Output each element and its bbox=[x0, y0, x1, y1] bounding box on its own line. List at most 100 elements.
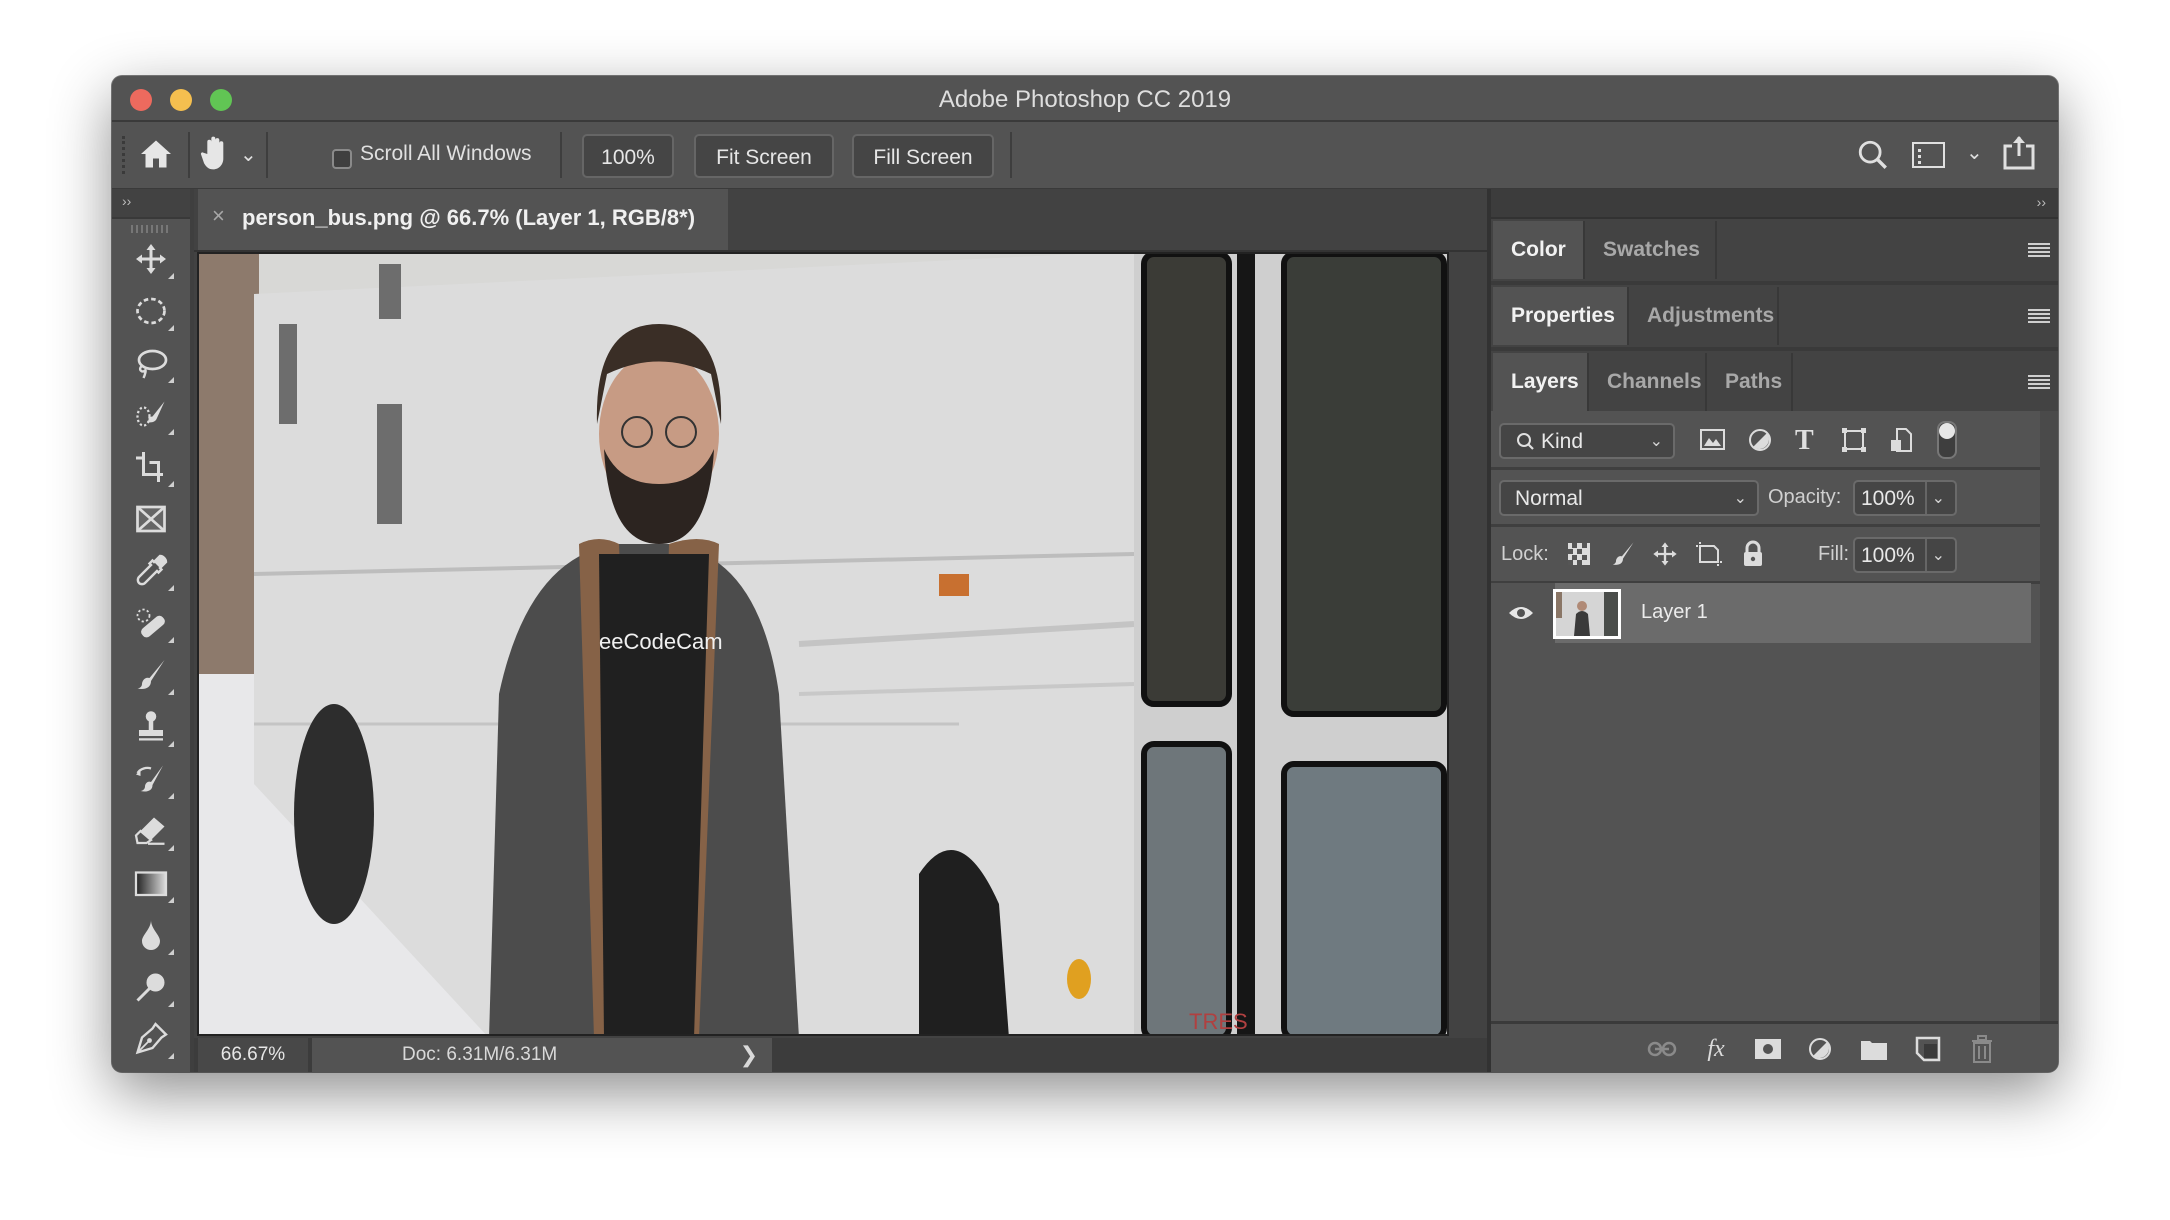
layers-bottom-bar: fx bbox=[1491, 1021, 2058, 1072]
delete-icon[interactable] bbox=[1967, 1034, 1997, 1064]
tab-properties[interactable]: Properties bbox=[1493, 287, 1629, 345]
eraser-icon bbox=[133, 813, 169, 854]
properties-panel-group: Properties Adjustments bbox=[1491, 285, 2058, 351]
crop-tool[interactable] bbox=[126, 447, 176, 491]
tab-channels[interactable]: Channels bbox=[1589, 353, 1707, 411]
search-icon bbox=[1515, 425, 1535, 470]
share-icon[interactable] bbox=[2002, 134, 2036, 175]
canvas-area[interactable]: TRES eeCodeCam bbox=[194, 252, 1594, 1038]
lock-artboard-icon[interactable] bbox=[1695, 541, 1723, 572]
workspace-icon[interactable] bbox=[1912, 140, 1946, 175]
layer-name[interactable]: Layer 1 bbox=[1641, 601, 1708, 624]
filter-type-icon[interactable]: T bbox=[1795, 425, 1814, 457]
scroll-all-windows-checkbox[interactable] bbox=[332, 149, 352, 169]
canvas-image[interactable]: TRES eeCodeCam bbox=[197, 252, 1449, 1036]
new-layer-icon[interactable] bbox=[1913, 1034, 1943, 1064]
close-document-icon[interactable]: × bbox=[212, 203, 225, 229]
filter-pixel-icon[interactable] bbox=[1699, 427, 1727, 458]
fill-value: 100% bbox=[1861, 544, 1915, 567]
dodge-icon bbox=[133, 969, 169, 1010]
lock-image-pixels-icon[interactable] bbox=[1609, 540, 1637, 573]
hand-icon[interactable] bbox=[196, 134, 234, 179]
spot-healing-tool[interactable] bbox=[126, 603, 176, 647]
eraser-tool[interactable] bbox=[126, 811, 176, 855]
zoom-level-field[interactable]: 66.67% bbox=[198, 1038, 308, 1072]
history-brush-icon bbox=[133, 761, 169, 802]
new-group-icon[interactable] bbox=[1859, 1034, 1889, 1064]
history-brush-tool[interactable] bbox=[126, 759, 176, 803]
search-icon[interactable] bbox=[1856, 138, 1890, 177]
shirt-text: eeCodeCam bbox=[599, 629, 723, 654]
clone-stamp-tool[interactable] bbox=[126, 707, 176, 751]
gradient-icon bbox=[133, 865, 169, 906]
brush-tool[interactable] bbox=[126, 655, 176, 699]
blend-mode-select[interactable]: Normal ⌄ bbox=[1499, 480, 1759, 516]
document-area: × person_bus.png @ 66.7% (Layer 1, RGB/8… bbox=[194, 189, 1594, 1072]
tab-paths[interactable]: Paths bbox=[1707, 353, 1793, 411]
chevron-down-icon: ⌄ bbox=[1733, 490, 1747, 507]
fill-chevron-icon[interactable]: ⌄ bbox=[1932, 539, 1945, 573]
eyedropper-tool[interactable] bbox=[126, 551, 176, 595]
layer-row[interactable]: Layer 1 bbox=[1491, 583, 2031, 645]
filter-shape-icon[interactable] bbox=[1841, 427, 1867, 458]
tab-color[interactable]: Color bbox=[1493, 221, 1585, 279]
divider bbox=[1925, 482, 1927, 514]
lasso-tool[interactable] bbox=[126, 343, 176, 387]
document-size: Doc: 6.31M/6.31M bbox=[402, 1044, 558, 1065]
separator bbox=[188, 132, 190, 178]
filter-kind-select[interactable]: Kind ⌄ bbox=[1499, 423, 1675, 459]
document-info[interactable]: Doc: 6.31M/6.31M ❯ bbox=[312, 1038, 772, 1072]
add-mask-icon[interactable] bbox=[1753, 1034, 1783, 1064]
fit-screen-button[interactable]: Fit Screen bbox=[694, 134, 834, 178]
frame-tool[interactable] bbox=[126, 499, 176, 543]
panel-menu-icon[interactable] bbox=[2028, 309, 2050, 325]
link-layers-icon[interactable] bbox=[1647, 1034, 1677, 1064]
status-bar: 66.67% Doc: 6.31M/6.31M ❯ bbox=[194, 1038, 1594, 1072]
tools-collapse-button[interactable]: ›› bbox=[112, 189, 190, 219]
layers-panel-group: Layers Channels Paths bbox=[1491, 351, 2058, 413]
elliptical-marquee-tool[interactable] bbox=[126, 291, 176, 335]
panel-menu-icon[interactable] bbox=[2028, 375, 2050, 391]
tab-swatches[interactable]: Swatches bbox=[1585, 221, 1717, 279]
opacity-chevron-icon[interactable]: ⌄ bbox=[1932, 482, 1945, 516]
brush-icon bbox=[133, 657, 169, 698]
divider bbox=[1925, 539, 1927, 571]
blur-tool[interactable] bbox=[126, 915, 176, 959]
home-icon[interactable] bbox=[138, 136, 174, 177]
lock-transparent-pixels-icon[interactable] bbox=[1567, 542, 1591, 571]
healing-icon bbox=[133, 605, 169, 646]
quick-selection-tool[interactable] bbox=[126, 395, 176, 439]
photoshop-window: Adobe Photoshop CC 2019 ⌄ Scroll All Win… bbox=[112, 76, 2058, 1072]
panel-menu-icon[interactable] bbox=[2028, 243, 2050, 259]
pen-tool[interactable] bbox=[126, 1019, 176, 1063]
panels-dock: ›› Color Swatches Properties Adjustments… bbox=[1487, 189, 2058, 1072]
toggle-knob bbox=[1939, 423, 1955, 439]
dodge-tool[interactable] bbox=[126, 967, 176, 1011]
tool-preset-chevron-icon[interactable]: ⌄ bbox=[240, 142, 257, 167]
fx-icon[interactable]: fx bbox=[1701, 1034, 1731, 1064]
visibility-eye-icon[interactable] bbox=[1507, 601, 1535, 630]
filter-smart-object-icon[interactable] bbox=[1889, 427, 1913, 458]
status-menu-arrow-icon[interactable]: ❯ bbox=[740, 1038, 758, 1072]
tab-layers[interactable]: Layers bbox=[1493, 353, 1589, 411]
zoom-100-button[interactable]: 100% bbox=[582, 134, 674, 178]
layer-thumbnail[interactable] bbox=[1553, 589, 1621, 639]
tools-grip[interactable] bbox=[131, 225, 171, 233]
adjustment-layer-icon[interactable] bbox=[1805, 1034, 1835, 1064]
move-tool[interactable] bbox=[126, 239, 176, 283]
document-tab[interactable]: × person_bus.png @ 66.7% (Layer 1, RGB/8… bbox=[198, 189, 728, 250]
tab-adjustments[interactable]: Adjustments bbox=[1629, 287, 1779, 345]
filter-adjustment-icon[interactable] bbox=[1747, 427, 1773, 458]
fill-field[interactable]: 100% ⌄ bbox=[1853, 537, 1957, 573]
gradient-tool[interactable] bbox=[126, 863, 176, 907]
opacity-field[interactable]: 100% ⌄ bbox=[1853, 480, 1957, 516]
fill-screen-button[interactable]: Fill Screen bbox=[852, 134, 994, 178]
lock-position-icon[interactable] bbox=[1651, 540, 1679, 573]
filter-toggle[interactable] bbox=[1937, 421, 1957, 459]
lock-all-icon[interactable] bbox=[1741, 540, 1765, 573]
panels-collapse-button[interactable]: ›› bbox=[1491, 189, 2058, 219]
options-bar-grip[interactable] bbox=[122, 136, 128, 174]
workspace-chevron-icon[interactable]: ⌄ bbox=[1966, 140, 1983, 165]
layers-scrollbar[interactable] bbox=[2040, 411, 2058, 1021]
marquee-icon bbox=[133, 293, 169, 334]
